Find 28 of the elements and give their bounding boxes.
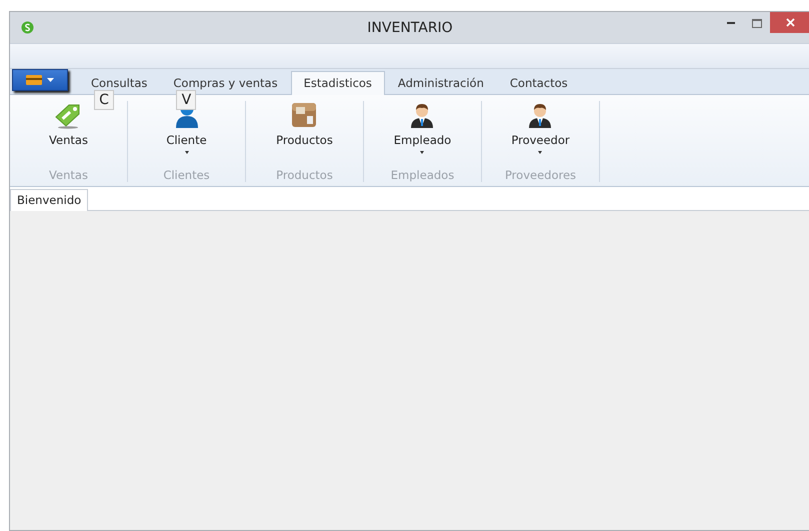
- ribbon-button[interactable]: Productos: [272, 101, 337, 165]
- key-tip: V: [176, 90, 196, 110]
- caret-icon: [538, 151, 542, 154]
- maximize-icon: [752, 18, 762, 28]
- ribbon-button[interactable]: Empleado: [390, 101, 456, 165]
- box-icon: [290, 101, 318, 129]
- key-tip: C: [94, 90, 114, 110]
- window-title: INVENTARIO: [367, 20, 453, 36]
- caret-icon: [47, 78, 54, 82]
- ribbon-tab[interactable]: Contactos: [496, 71, 581, 95]
- minimize-icon: [727, 22, 735, 24]
- group-label: Ventas: [49, 168, 88, 182]
- group-label: Empleados: [390, 168, 454, 182]
- group-label: Clientes: [163, 168, 210, 182]
- document-tab[interactable]: Bienvenido: [10, 189, 88, 211]
- group-label: Proveedores: [504, 168, 576, 182]
- app-icon: [21, 21, 34, 34]
- ribbon-button[interactable]: Ventas: [45, 101, 92, 165]
- caret-icon: [420, 151, 424, 154]
- caret-icon: [184, 151, 188, 154]
- ribbon-tab[interactable]: Administración: [384, 71, 497, 95]
- close-button[interactable]: [770, 12, 809, 33]
- application-menu-button[interactable]: [12, 69, 68, 91]
- card-icon: [26, 75, 42, 85]
- ribbon-tab[interactable]: Estadisticos: [290, 71, 385, 95]
- group-label: Productos: [276, 168, 333, 182]
- close-icon: [786, 18, 794, 27]
- ribbon-button[interactable]: Proveedor: [507, 101, 574, 165]
